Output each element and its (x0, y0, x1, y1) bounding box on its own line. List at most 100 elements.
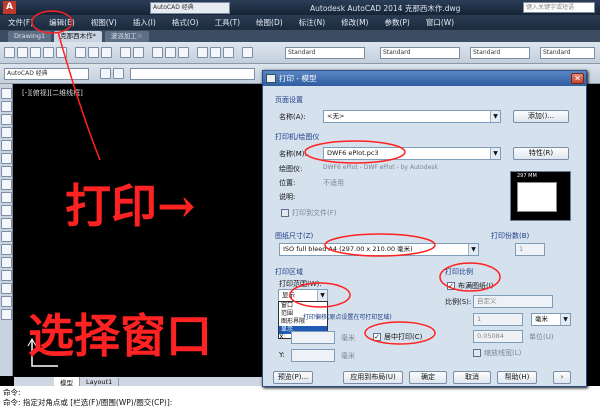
layer-state-icon[interactable] (113, 68, 124, 79)
preview-sheet (517, 182, 557, 212)
scale-value-1[interactable]: 1 (473, 313, 523, 326)
command-line[interactable]: 命令: 命令: 指定对角点或 [栏选(F)/圈围(WP)/圈交(CP)]: (0, 386, 600, 411)
ellipse-icon[interactable] (1, 205, 12, 216)
option-window[interactable]: 窗口 (279, 302, 327, 310)
printer-select[interactable]: DWF6 ePlot.pc3 ▼ (323, 147, 501, 160)
design-center-icon[interactable] (210, 47, 221, 58)
paper-size-value: ISO full bleed A4 (297.00 x 210.00 毫米) (283, 245, 413, 253)
tab-layout1[interactable]: Layout1 (80, 377, 120, 386)
menu-parametric[interactable]: 参数(P) (376, 17, 417, 28)
paper-size-group: 图纸尺寸(Z) (275, 232, 314, 240)
preview-button[interactable]: 预览(P)... (273, 371, 313, 384)
copies-input[interactable]: 1 (515, 243, 545, 256)
help-icon[interactable] (242, 47, 253, 58)
menu-insert[interactable]: 插入(I) (125, 17, 164, 28)
tab-active-drawing[interactable]: 克那西木作* (54, 31, 102, 42)
scale-value-1-text: 1 (477, 315, 482, 323)
mleader-style-combo[interactable]: Standard (540, 47, 595, 59)
menu-draw[interactable]: 绘图(D) (248, 17, 291, 28)
add-page-setup-button[interactable]: 添加()... (513, 110, 569, 123)
close-icon[interactable]: ✕ (571, 73, 584, 84)
expand-button[interactable]: › (553, 371, 571, 384)
undo-icon[interactable] (120, 47, 131, 58)
construction-line-icon[interactable] (1, 101, 12, 112)
new-icon[interactable] (4, 47, 15, 58)
offset-x-input[interactable] (291, 331, 335, 344)
menu-window[interactable]: 窗口(W) (418, 17, 462, 28)
text-style-combo[interactable]: Standard (285, 47, 365, 59)
menu-edit[interactable]: 编辑(E) (41, 17, 83, 28)
rectangle-icon[interactable] (1, 140, 12, 151)
apply-to-layout-button[interactable]: 应用到布局(U) (343, 371, 403, 384)
viewport-label[interactable]: [-][俯视][二维线框] (22, 88, 83, 98)
cancel-button[interactable]: 取消 (453, 371, 491, 384)
print-to-file-label: 打印到文件(F) (292, 209, 337, 217)
layer-combo[interactable] (130, 68, 255, 80)
command-history-line-1: 命令: (3, 388, 21, 397)
scale-select[interactable]: 自定义 (473, 295, 553, 308)
menu-tools[interactable]: 工具(T) (207, 17, 248, 28)
print-icon[interactable] (43, 47, 54, 58)
arc-icon[interactable] (1, 153, 12, 164)
cut-icon[interactable] (75, 47, 86, 58)
offset-y-input[interactable] (291, 349, 335, 362)
menu-dimension[interactable]: 标注(N) (291, 17, 333, 28)
polygon-icon[interactable] (1, 127, 12, 138)
app-logo-icon[interactable]: A (3, 1, 16, 14)
hatch-icon[interactable] (1, 257, 12, 268)
layer-icon[interactable] (100, 68, 111, 79)
zoom-icon[interactable] (165, 47, 176, 58)
spline-icon[interactable] (1, 192, 12, 203)
table-icon[interactable] (1, 296, 12, 307)
pan-icon[interactable] (152, 47, 163, 58)
search-input[interactable]: 键入关键字或短语 (523, 2, 595, 13)
preview-dimension: 297 MM (517, 173, 537, 179)
tool-palette-icon[interactable] (223, 47, 234, 58)
revcloud-icon[interactable] (1, 179, 12, 190)
scale-unit-select[interactable]: 毫米 ▼ (531, 313, 571, 326)
properties-icon[interactable] (197, 47, 208, 58)
print-to-file-checkbox[interactable] (281, 209, 289, 217)
circle-icon[interactable] (1, 166, 12, 177)
point-icon[interactable] (1, 244, 12, 255)
scale-lineweights-checkbox[interactable] (473, 349, 481, 357)
mtext-icon[interactable] (1, 309, 12, 320)
dim-style-combo[interactable]: Standard (380, 47, 460, 59)
plot-range-label: 打印范围(W): (279, 280, 322, 288)
ok-button[interactable]: 确定 (409, 371, 447, 384)
table-style-combo[interactable]: Standard (470, 47, 530, 59)
plot-range-value: 显示 (282, 291, 295, 299)
open-icon[interactable] (17, 47, 28, 58)
preview-icon[interactable] (56, 47, 67, 58)
paper-size-select[interactable]: ISO full bleed A4 (297.00 x 210.00 毫米) ▼ (279, 243, 479, 256)
region-icon[interactable] (1, 283, 12, 294)
offset-x-unit: 毫米 (341, 334, 355, 342)
scale-label: 比例(S): (445, 298, 472, 306)
menu-format[interactable]: 格式(O) (164, 17, 207, 28)
zoom-window-icon[interactable] (178, 47, 189, 58)
scale-value-2[interactable]: 0.05084 (473, 330, 523, 343)
copy-icon[interactable] (88, 47, 99, 58)
center-plot-checkbox[interactable]: ✓ (373, 333, 381, 341)
tab-drawing1[interactable]: Drawing1 (8, 31, 52, 42)
line-icon[interactable] (1, 88, 12, 99)
page-setup-select[interactable]: <无> ▼ (323, 110, 501, 123)
tab-model[interactable]: 模型 (54, 376, 80, 387)
menu-view[interactable]: 视图(V) (83, 17, 125, 28)
menu-file[interactable]: 文件(F) (0, 17, 41, 28)
insert-block-icon[interactable] (1, 218, 12, 229)
gradient-icon[interactable] (1, 270, 12, 281)
help-button[interactable]: 帮助(H) (497, 371, 537, 384)
workspace-combo[interactable]: AutoCAD 经典 (150, 2, 230, 14)
save-icon[interactable] (30, 47, 41, 58)
tab-drawing3[interactable]: 波派加工☆ (104, 31, 149, 42)
printer-properties-button[interactable]: 特性(R) (513, 147, 569, 160)
menu-modify[interactable]: 修改(M) (333, 17, 376, 28)
make-block-icon[interactable] (1, 231, 12, 242)
redo-icon[interactable] (133, 47, 144, 58)
polyline-icon[interactable] (1, 114, 12, 125)
workspace-select[interactable]: AutoCAD 经典 (4, 68, 89, 80)
document-tabs: Drawing1 克那西木作* 波派加工☆ (0, 30, 600, 42)
paste-icon[interactable] (101, 47, 112, 58)
fit-to-paper-checkbox[interactable]: ✓ (447, 282, 455, 290)
